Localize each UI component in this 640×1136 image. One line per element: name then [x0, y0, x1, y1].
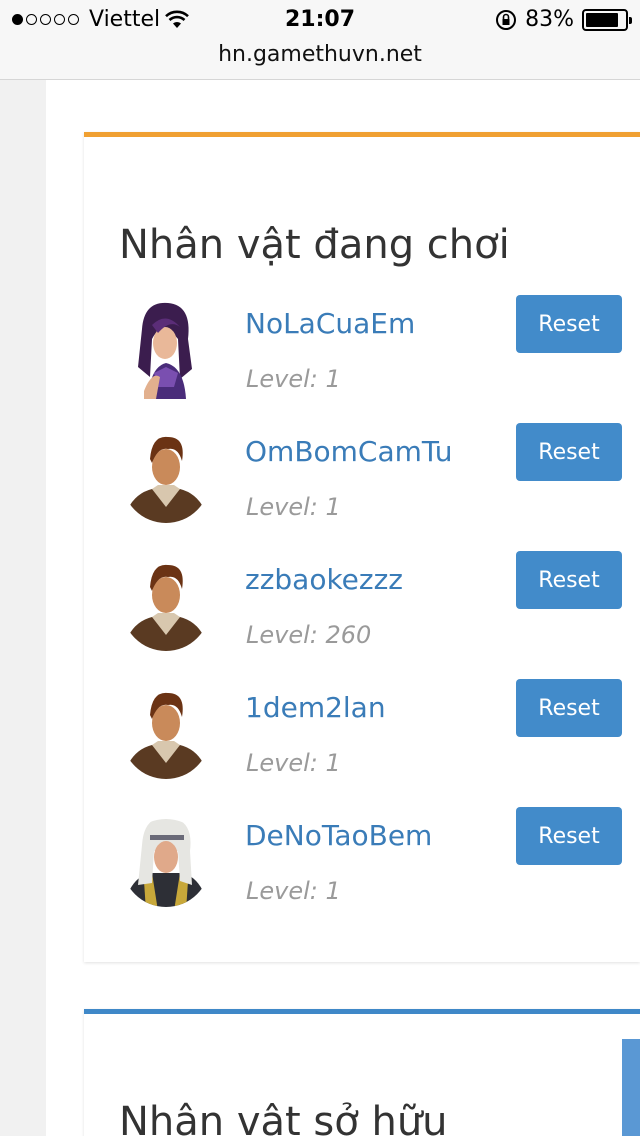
status-right: 83% [495, 7, 632, 32]
female-purple-avatar-icon [122, 302, 210, 399]
battery-icon [582, 8, 632, 31]
panel-title: Nhân vật sở hữu [119, 1099, 448, 1136]
status-bar: Viettel 21:07 83% [0, 0, 640, 40]
reset-button[interactable]: Reset [516, 551, 622, 609]
battery-percent: 83% [525, 7, 574, 32]
reset-button[interactable]: Reset [516, 295, 622, 353]
reset-button[interactable]: Reset [516, 679, 622, 737]
character-row: OmBomCamTu Level: 1 Reset [84, 423, 640, 555]
character-name-link[interactable]: NoLaCuaEm [245, 307, 415, 340]
white-hair-avatar-icon [122, 819, 210, 907]
orientation-lock-icon [496, 9, 517, 30]
character-name-link[interactable]: zzbaokezzz [245, 563, 403, 596]
character-level: Level: 1 [246, 877, 341, 905]
male-warrior-avatar-icon [122, 691, 210, 779]
male-warrior-avatar-icon [122, 563, 210, 651]
reset-button[interactable]: Reset [516, 423, 622, 481]
character-level: Level: 1 [246, 749, 341, 777]
character-name-link[interactable]: OmBomCamTu [245, 435, 453, 468]
owned-characters-panel: Nhân vật sở hữu [84, 1009, 640, 1136]
character-name-link[interactable]: DeNoTaoBem [245, 819, 432, 852]
character-level: Level: 1 [246, 493, 341, 521]
male-warrior-avatar-icon [122, 435, 210, 523]
character-row: zzbaokezzz Level: 260 Reset [84, 551, 640, 683]
character-level: Level: 260 [246, 621, 372, 649]
character-row: 1dem2lan Level: 1 Reset [84, 679, 640, 811]
playing-characters-panel: Nhân vật đang chơi NoLaCuaEm Level: 1 Re… [84, 132, 640, 962]
reset-button[interactable]: Reset [516, 807, 622, 865]
panel-side-accent [622, 1039, 640, 1136]
url-text: hn.gamethuvn.net [218, 42, 422, 67]
character-row: DeNoTaoBem Level: 1 Reset [84, 807, 640, 939]
character-name-link[interactable]: 1dem2lan [245, 691, 386, 724]
url-bar[interactable]: hn.gamethuvn.net [0, 40, 640, 80]
panel-title: Nhân vật đang chơi [119, 222, 510, 268]
character-level: Level: 1 [246, 365, 341, 393]
character-row: NoLaCuaEm Level: 1 Reset [84, 295, 640, 427]
